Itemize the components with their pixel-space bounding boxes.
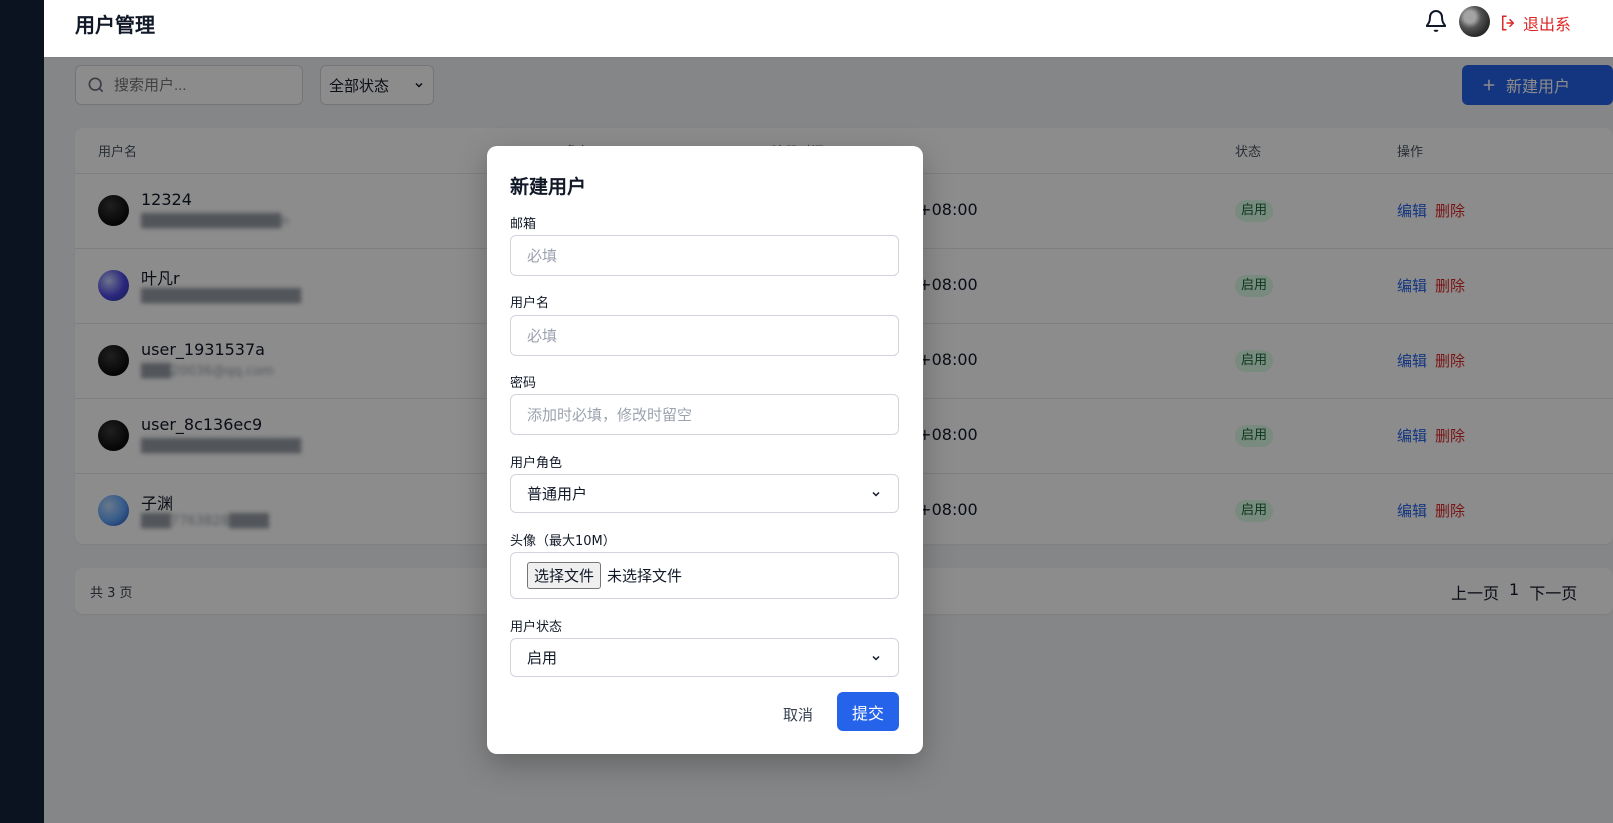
top-header: 用户管理 退出系 <box>44 0 1613 58</box>
status-selected: 启用 <box>527 649 558 667</box>
chevron-down-icon <box>872 491 880 497</box>
logout-icon <box>1502 15 1515 31</box>
password-placeholder: 添加时必填，修改时留空 <box>527 406 693 424</box>
submit-button[interactable]: 提交 <box>837 692 899 731</box>
email-label: 邮箱 <box>510 217 537 232</box>
modal-title: 新建用户 <box>510 176 587 198</box>
logout-link[interactable]: 退出系 <box>1499 11 1571 35</box>
page-title: 用户管理 <box>75 13 155 37</box>
sidebar <box>0 0 44 823</box>
role-select[interactable]: 普通用户 <box>510 474 899 513</box>
password-label: 密码 <box>510 376 537 391</box>
logout-label: 退出系 <box>1523 15 1572 34</box>
chevron-down-icon <box>872 655 880 661</box>
username-placeholder: 必填 <box>527 327 558 345</box>
user-avatar[interactable] <box>1459 6 1490 37</box>
email-field[interactable]: 必填 <box>510 235 899 276</box>
file-status: 未选择文件 <box>607 567 683 585</box>
email-placeholder: 必填 <box>527 247 558 265</box>
cancel-button[interactable]: 取消 <box>783 704 813 725</box>
status-select[interactable]: 启用 <box>510 638 899 677</box>
avatar-file-input[interactable]: 选择文件 未选择文件 <box>510 552 899 599</box>
username-label: 用户名 <box>510 296 550 311</box>
bell-icon[interactable] <box>1424 9 1448 33</box>
status-label: 用户状态 <box>510 620 563 635</box>
role-selected: 普通用户 <box>527 485 588 503</box>
new-user-modal: 新建用户 邮箱 必填 用户名 必填 密码 添加时必填，修改时留空 用户角色 普通… <box>487 146 923 754</box>
avatar-upload-label: 头像（最大10M） <box>510 534 616 549</box>
role-label: 用户角色 <box>510 456 563 471</box>
password-field[interactable]: 添加时必填，修改时留空 <box>510 394 899 435</box>
username-field[interactable]: 必填 <box>510 315 899 356</box>
choose-file-button[interactable]: 选择文件 <box>527 562 602 589</box>
